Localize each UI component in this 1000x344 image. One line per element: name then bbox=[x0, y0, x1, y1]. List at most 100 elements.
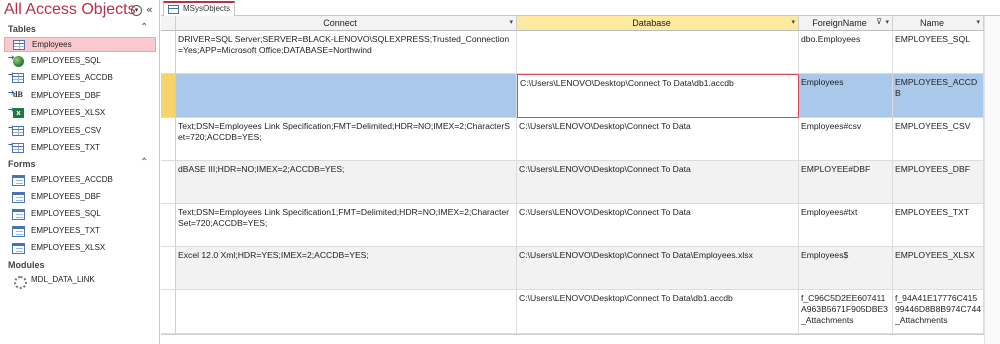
nav-item-employees-csv[interactable]: ➔ EMPLOYEES_CSV bbox=[4, 123, 156, 139]
record-selector[interactable] bbox=[161, 247, 176, 290]
table-cell-foreignname[interactable]: Employees bbox=[799, 74, 893, 118]
nav-item-label: EMPLOYEES_XLSX bbox=[31, 108, 106, 117]
nav-item-label: EMPLOYEES_ACCDB bbox=[31, 175, 113, 184]
table-cell-connect[interactable]: Text;DSN=Employees Link Specification;FM… bbox=[176, 118, 517, 161]
column-header-database[interactable]: Database ▾ bbox=[517, 16, 799, 31]
table-cell-database[interactable] bbox=[517, 31, 799, 74]
column-header-label: Name bbox=[919, 18, 944, 28]
tab-msysobjects[interactable]: MSysObjects bbox=[163, 1, 235, 16]
nav-item-employees-xlsx[interactable]: ➔ x EMPLOYEES_XLSX bbox=[4, 105, 156, 121]
collapse-pane-icon[interactable]: « bbox=[146, 3, 153, 16]
collapse-group-icon[interactable]: ⌃ bbox=[140, 157, 148, 168]
table-cell-connect[interactable]: Text;DSN=Employees Link Specification1;F… bbox=[176, 204, 517, 247]
table-cell-database[interactable]: C:\Users\LENOVO\Desktop\Connect To Data\… bbox=[517, 247, 799, 290]
nav-item-form-employees-accdb[interactable]: EMPLOYEES_ACCDB bbox=[4, 173, 156, 188]
nav-group-label: Modules bbox=[8, 260, 45, 270]
select-all-corner[interactable] bbox=[161, 16, 176, 31]
nav-item-label: EMPLOYEES_DBF bbox=[31, 192, 101, 201]
column-header-name[interactable]: Name ▾ bbox=[893, 16, 984, 31]
datasheet: Connect ▾ Database ▾ ForeignName ⊽ ▾ Nam… bbox=[161, 16, 1000, 344]
table-cell-name[interactable]: f_94A41E17776C41599446D8B8B974C744_Attac… bbox=[893, 290, 984, 334]
record-selector[interactable] bbox=[161, 118, 176, 161]
table-cell-foreignname[interactable]: dbo.Employees bbox=[799, 31, 893, 74]
nav-item-label: EMPLOYEES_SQL bbox=[31, 56, 101, 65]
column-header-label: Database bbox=[632, 18, 671, 28]
column-header-connect[interactable]: Connect ▾ bbox=[176, 16, 517, 31]
nav-item-label: EMPLOYEES_ACCDB bbox=[31, 73, 113, 82]
record-selector[interactable] bbox=[161, 204, 176, 247]
linked-dbase-table-icon: ➔ dB bbox=[8, 88, 23, 99]
table-cell-database[interactable]: C:\Users\LENOVO\Desktop\Connect To Data bbox=[517, 161, 799, 204]
nav-item-employees[interactable]: Employees bbox=[4, 37, 156, 52]
table-cell-name[interactable]: EMPLOYEES_TXT bbox=[893, 204, 984, 247]
table-cell-connect[interactable] bbox=[176, 290, 517, 334]
collapse-group-icon[interactable]: ⌃ bbox=[140, 22, 148, 33]
table-cell-name[interactable]: EMPLOYEES_SQL bbox=[893, 31, 984, 74]
form-icon bbox=[8, 242, 28, 254]
nav-item-label: EMPLOYEES_TXT bbox=[31, 226, 100, 235]
nav-item-label: MDL_DATA_LINK bbox=[31, 275, 95, 284]
nav-group-label: Tables bbox=[8, 24, 36, 34]
table-cell-name[interactable]: EMPLOYEES_XLSX bbox=[893, 247, 984, 290]
table-cell-database[interactable]: C:\Users\LENOVO\Desktop\Connect To Data bbox=[517, 118, 799, 161]
sort-filter-dropdown-icon[interactable]: ▾ bbox=[791, 18, 795, 26]
record-selector-current[interactable] bbox=[161, 74, 176, 118]
nav-item-form-employees-txt[interactable]: EMPLOYEES_TXT bbox=[4, 224, 156, 239]
table-cell-foreignname[interactable]: EMPLOYEE#DBF bbox=[799, 161, 893, 204]
table-cell-foreignname[interactable]: Employees$ bbox=[799, 247, 893, 290]
sort-filter-dropdown-icon[interactable]: ▾ bbox=[885, 18, 889, 26]
linked-text-table-icon: ➔ bbox=[8, 140, 28, 154]
nav-item-label: EMPLOYEES_TXT bbox=[31, 143, 100, 152]
table-cell-name[interactable]: EMPLOYEES_ACCDB bbox=[893, 74, 984, 118]
nav-item-mdl-data-link[interactable]: MDL_DATA_LINK bbox=[4, 273, 156, 289]
form-icon bbox=[8, 174, 28, 186]
nav-group-modules[interactable]: Modules bbox=[0, 259, 160, 273]
module-icon bbox=[8, 274, 28, 289]
tab-label: MSysObjects bbox=[183, 4, 231, 13]
table-cell-database[interactable]: C:\Users\LENOVO\Desktop\Connect To Data\… bbox=[517, 290, 799, 334]
nav-item-form-employees-sql[interactable]: EMPLOYEES_SQL bbox=[4, 207, 156, 222]
column-header-foreignname[interactable]: ForeignName ⊽ ▾ bbox=[799, 16, 893, 31]
nav-item-label: EMPLOYEES_DBF bbox=[31, 91, 101, 100]
form-icon bbox=[8, 225, 28, 237]
linked-excel-table-icon: ➔ x bbox=[8, 105, 28, 119]
vertical-scrollbar[interactable] bbox=[984, 16, 1000, 344]
nav-group-tables[interactable]: Tables ⌃ bbox=[0, 22, 160, 37]
nav-group-forms[interactable]: Forms ⌃ bbox=[0, 157, 160, 172]
record-selector[interactable] bbox=[161, 31, 176, 74]
table-cell-database[interactable]: C:\Users\LENOVO\Desktop\Connect To Data bbox=[517, 204, 799, 247]
column-header-label: Connect bbox=[323, 18, 357, 28]
nav-item-employees-dbf[interactable]: ➔ dB EMPLOYEES_DBF bbox=[4, 88, 156, 104]
table-cell-connect[interactable]: Excel 12.0 Xml;HDR=YES;IMEX=2;ACCDB=YES; bbox=[176, 247, 517, 290]
table-cell-name[interactable]: EMPLOYEES_CSV bbox=[893, 118, 984, 161]
record-selector[interactable] bbox=[161, 290, 176, 334]
table-cell-name[interactable]: EMPLOYEES_DBF bbox=[893, 161, 984, 204]
table-cell-foreignname[interactable]: Employees#csv bbox=[799, 118, 893, 161]
table-cell-connect[interactable]: dBASE III;HDR=NO;IMEX=2;ACCDB=YES; bbox=[176, 161, 517, 204]
table-cell-foreignname[interactable]: f_C96C5D2EE607411A963B5671F905DBE3_Attac… bbox=[799, 290, 893, 334]
nav-item-employees-sql[interactable]: ➔ EMPLOYEES_SQL bbox=[4, 53, 156, 69]
nav-group-label: Forms bbox=[8, 159, 36, 169]
nav-item-form-employees-dbf[interactable]: EMPLOYEES_DBF bbox=[4, 190, 156, 205]
nav-menu-dropdown-icon[interactable]: ▾ bbox=[131, 5, 142, 16]
nav-item-label: EMPLOYEES_SQL bbox=[31, 209, 101, 218]
filter-applied-icon: ⊽ bbox=[876, 17, 882, 26]
sort-filter-dropdown-icon[interactable]: ▾ bbox=[976, 18, 980, 26]
nav-item-form-employees-xlsx[interactable]: EMPLOYEES_XLSX bbox=[4, 241, 156, 256]
table-cell-connect[interactable] bbox=[176, 74, 517, 118]
table-cell-foreignname[interactable]: Employees#txt bbox=[799, 204, 893, 247]
grid-bottom-border bbox=[161, 334, 984, 335]
nav-header[interactable]: All Access Objects ▾ « bbox=[0, 0, 160, 22]
nav-item-label: Employees bbox=[32, 40, 72, 49]
nav-item-employees-accdb[interactable]: ➔ EMPLOYEES_ACCDB bbox=[4, 70, 156, 86]
record-selector[interactable] bbox=[161, 161, 176, 204]
sort-filter-dropdown-icon[interactable]: ▾ bbox=[509, 18, 513, 26]
linked-text-table-icon: ➔ bbox=[8, 123, 28, 137]
linked-odbc-table-icon: ➔ bbox=[8, 53, 28, 67]
table-cell-database-focused[interactable]: C:\Users\LENOVO\Desktop\Connect To Data\… bbox=[517, 74, 799, 118]
document-tab-bar: MSysObjects bbox=[161, 0, 1000, 16]
table-cell-connect[interactable]: DRIVER=SQL Server;SERVER=BLACK-LENOVO\SQ… bbox=[176, 31, 517, 74]
nav-item-employees-txt[interactable]: ➔ EMPLOYEES_TXT bbox=[4, 140, 156, 156]
table-icon bbox=[168, 5, 179, 14]
nav-title[interactable]: All Access Objects bbox=[4, 1, 136, 19]
